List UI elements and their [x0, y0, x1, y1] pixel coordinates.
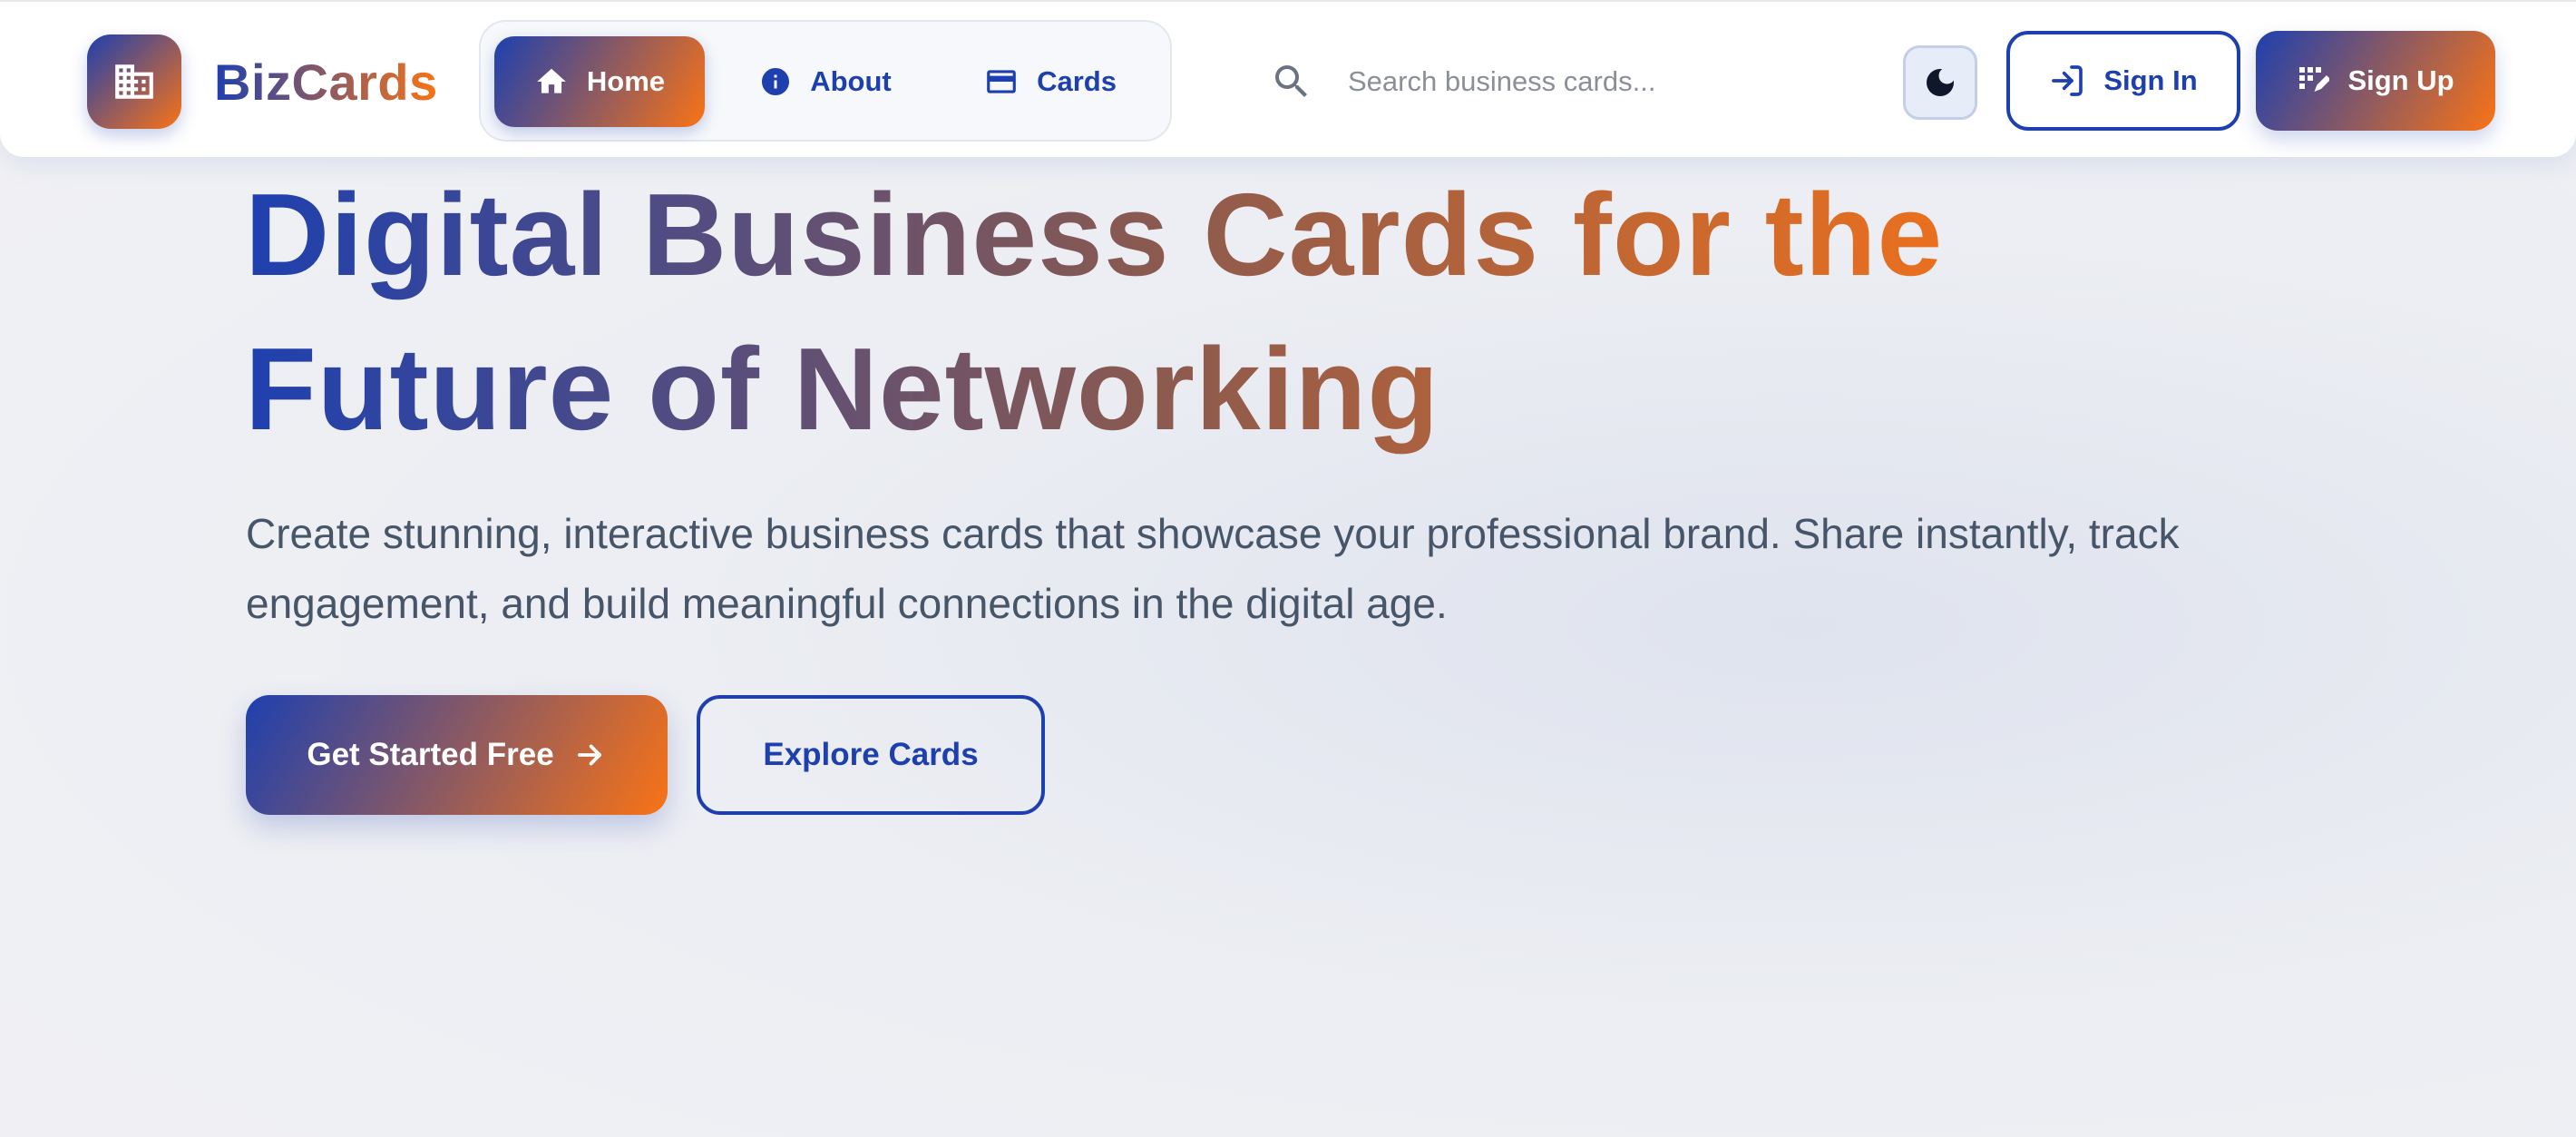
info-icon: [762, 68, 790, 95]
main-nav: Home About Cards: [479, 20, 1172, 142]
hero-title-line-2: Future of Networking: [245, 312, 1439, 466]
signup-icon: [2299, 67, 2330, 92]
brand-name: BizCards: [214, 53, 438, 111]
brand[interactable]: BizCards: [87, 34, 438, 129]
search-bar: [1270, 54, 1856, 109]
arrow-right-icon: [577, 744, 601, 766]
home-icon: [537, 68, 566, 93]
moon-icon: [1927, 69, 1954, 96]
sign-in-button[interactable]: Sign In: [2006, 31, 2240, 131]
theme-toggle-button[interactable]: [1903, 45, 1977, 120]
credit-card-icon: [987, 70, 1016, 93]
nav-home-label: Home: [586, 65, 666, 97]
nav-about[interactable]: About: [726, 36, 925, 127]
search-input[interactable]: [1348, 65, 1856, 98]
get-started-button[interactable]: Get Started Free: [246, 695, 668, 815]
sign-up-label: Sign Up: [2347, 64, 2454, 96]
explore-cards-label: Explore Cards: [763, 737, 979, 772]
nav-home[interactable]: Home: [494, 36, 705, 127]
hero-title: Digital Business Cards for the Future of…: [245, 158, 2404, 466]
building-icon: [87, 34, 181, 129]
sign-up-button[interactable]: Sign Up: [2256, 31, 2495, 131]
search-icon[interactable]: [1270, 60, 1313, 103]
explore-cards-button[interactable]: Explore Cards: [697, 695, 1045, 815]
hero-subtitle: Create stunning, interactive business ca…: [246, 510, 2180, 627]
login-icon: [2052, 65, 2083, 96]
get-started-label: Get Started Free: [307, 737, 554, 772]
nav-about-label: About: [810, 65, 892, 97]
nav-cards[interactable]: Cards: [951, 36, 1150, 127]
sign-in-label: Sign In: [2103, 64, 2198, 96]
hero-title-line-1: Digital Business Cards for the: [245, 158, 1943, 312]
top-navbar: BizCards Home About Cards Search busines…: [0, 0, 2576, 157]
nav-cards-label: Cards: [1037, 65, 1117, 97]
